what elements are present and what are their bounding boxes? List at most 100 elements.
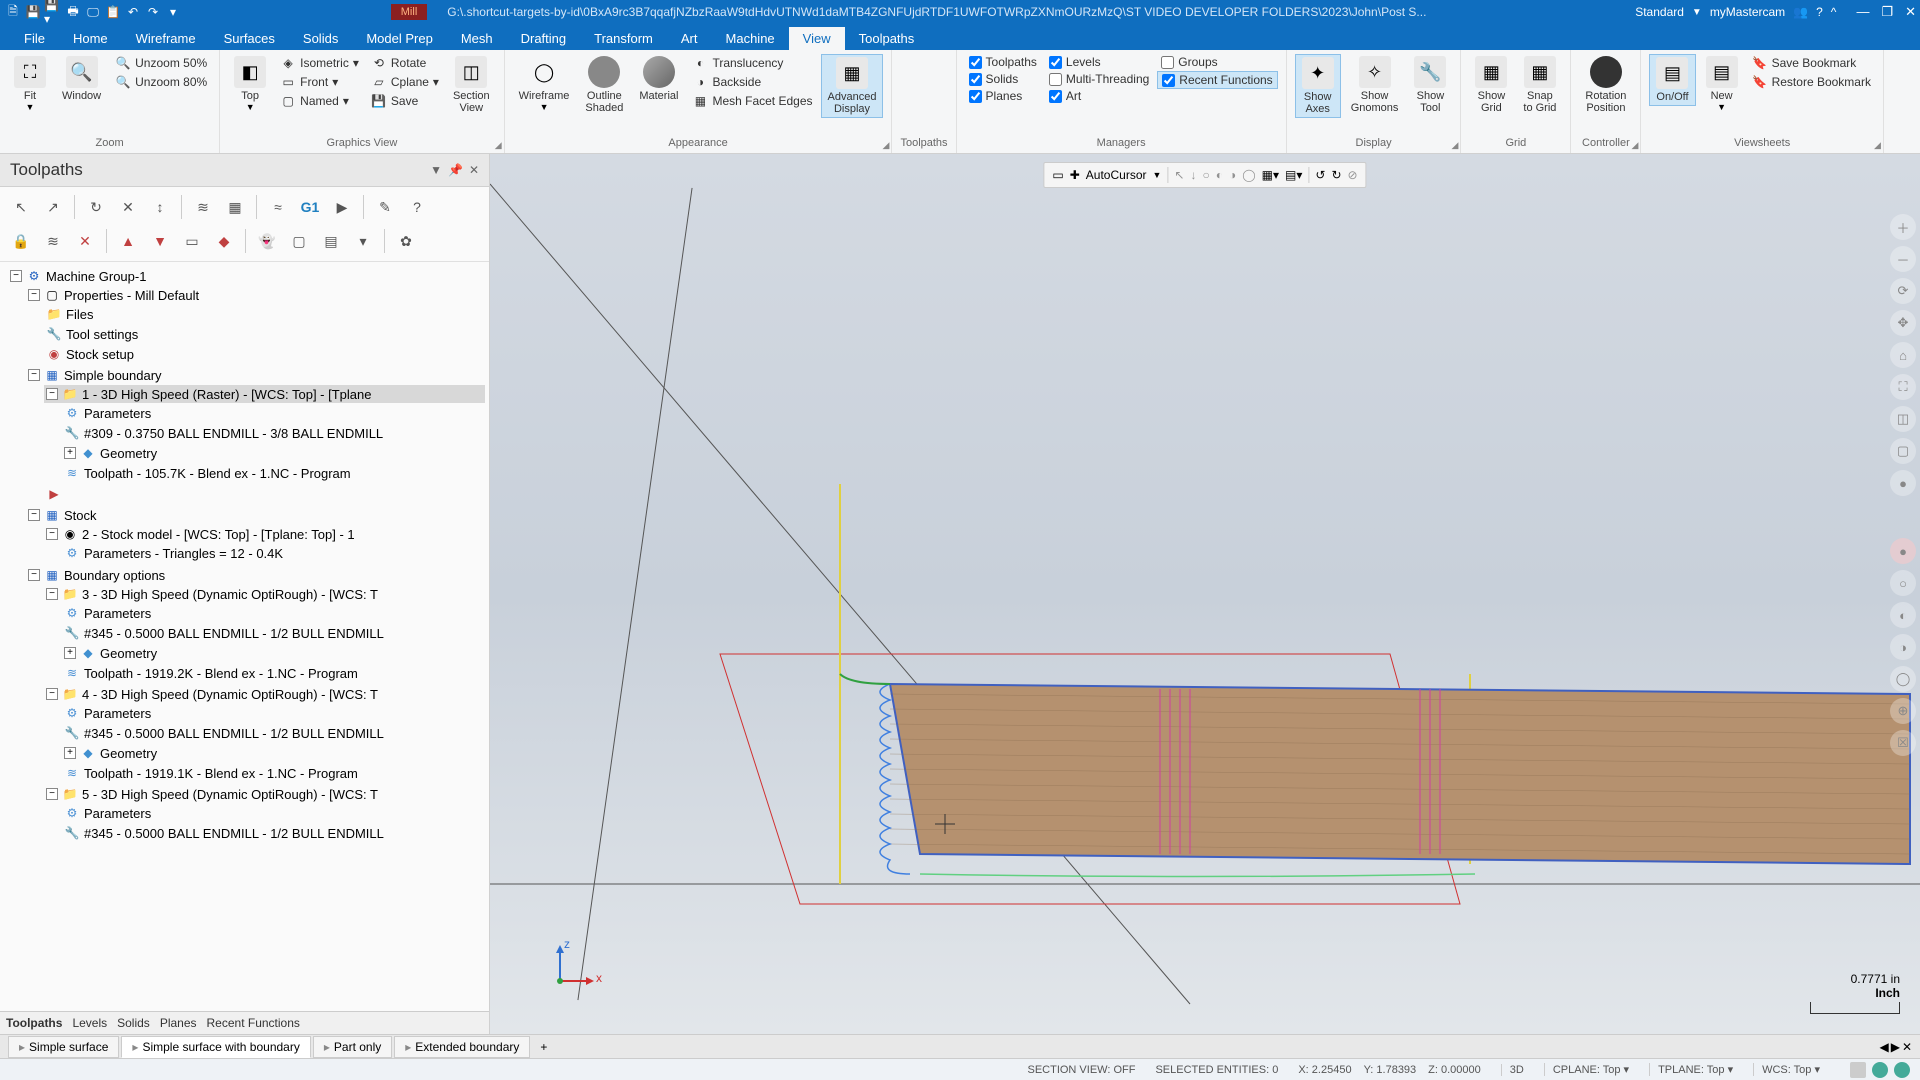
toggle-icon[interactable]: −: [46, 788, 58, 800]
restore-bookmark-button[interactable]: 🔖Restore Bookmark: [1748, 73, 1875, 91]
sel-icon-4[interactable]: ◐: [1216, 168, 1223, 182]
toggle-icon[interactable]: −: [46, 388, 58, 400]
display-icon[interactable]: ▢: [284, 227, 314, 255]
status-icon-2[interactable]: [1872, 1062, 1888, 1078]
parameters-node[interactable]: Parameters: [84, 406, 151, 421]
outline-shaded-button[interactable]: Outline Shaded: [579, 54, 629, 116]
tool-d-icon[interactable]: ◑: [1890, 634, 1916, 660]
operation-3[interactable]: 3 - 3D High Speed (Dynamic OptiRough) - …: [82, 587, 378, 602]
toggle-display-icon[interactable]: ≋: [38, 227, 68, 255]
status-icon-1[interactable]: [1850, 1062, 1866, 1078]
tool-f-icon[interactable]: ⊕: [1890, 698, 1916, 724]
toggle-icon[interactable]: −: [28, 509, 40, 521]
backplot-icon[interactable]: ≋: [188, 193, 218, 221]
nav-up-icon[interactable]: ▲: [113, 227, 143, 255]
section-view-button[interactable]: ◫Section View: [447, 54, 496, 116]
controller-launcher-icon[interactable]: ◢: [1631, 140, 1638, 151]
toggle-icon[interactable]: −: [28, 289, 40, 301]
tab-solids[interactable]: Solids: [289, 27, 352, 50]
viewsheet-tab-simple-surface[interactable]: ▸Simple surface: [8, 1036, 119, 1058]
panel-tab-levels[interactable]: Levels: [72, 1016, 107, 1030]
zoom-in-icon[interactable]: ＋: [1890, 214, 1916, 240]
regen-dirty-icon[interactable]: ✕: [113, 193, 143, 221]
edit-icon[interactable]: ✎: [370, 193, 400, 221]
autocursor-icon[interactable]: ✚: [1070, 168, 1080, 182]
pan-tool-icon[interactable]: ✥: [1890, 310, 1916, 336]
tab-drafting[interactable]: Drafting: [507, 27, 581, 50]
workspace-dropdown[interactable]: Standard: [1635, 5, 1684, 19]
tab-file[interactable]: File: [10, 27, 59, 50]
panel-close-icon[interactable]: ✕: [469, 163, 479, 177]
section-icon[interactable]: ◫: [1890, 406, 1916, 432]
viewsheet-tab-part-only[interactable]: ▸Part only: [313, 1036, 392, 1058]
rotate-tool-icon[interactable]: ⟳: [1890, 278, 1916, 304]
panel-dropdown-icon[interactable]: ▼: [430, 163, 442, 177]
wcs-status[interactable]: WCS: Top ▾: [1753, 1063, 1820, 1076]
tool-a-icon[interactable]: ●: [1890, 538, 1916, 564]
mesh-facet-button[interactable]: ▦Mesh Facet Edges: [688, 92, 816, 110]
tab-mesh[interactable]: Mesh: [447, 27, 507, 50]
display-launcher-icon[interactable]: ◢: [1451, 140, 1458, 151]
delete-icon[interactable]: ✕: [70, 227, 100, 255]
tool-345-node[interactable]: #345 - 0.5000 BALL ENDMILL - 1/2 BULL EN…: [84, 626, 384, 641]
toggle-icon[interactable]: −: [28, 569, 40, 581]
front-view-button[interactable]: ▭Front ▾: [276, 73, 363, 91]
sel-icon-8[interactable]: ▤▾: [1285, 168, 1302, 182]
viewsheet-tab-simple-boundary[interactable]: ▸Simple surface with boundary: [121, 1036, 310, 1058]
viewsheet-close-icon[interactable]: ✕: [1902, 1040, 1912, 1054]
save-icon[interactable]: 💾: [24, 3, 42, 21]
toggle-icon[interactable]: −: [28, 369, 40, 381]
files-node[interactable]: Files: [66, 307, 93, 322]
status-icon-3[interactable]: [1894, 1062, 1910, 1078]
operation-2[interactable]: 2 - Stock model - [WCS: Top] - [Tplane: …: [82, 527, 355, 542]
translucency-button[interactable]: ◐Translucency: [688, 54, 816, 72]
tab-transform[interactable]: Transform: [580, 27, 667, 50]
home-view-icon[interactable]: ⌂: [1890, 342, 1916, 368]
isometric-button[interactable]: ◈Isometric ▾: [276, 54, 363, 72]
show-tool-button[interactable]: 🔧Show Tool: [1408, 54, 1452, 116]
viewsheet-tab-extended[interactable]: ▸Extended boundary: [394, 1036, 530, 1058]
tool-settings-node[interactable]: Tool settings: [66, 327, 138, 342]
tab-home[interactable]: Home: [59, 27, 122, 50]
sel-icon-10[interactable]: ↻: [1331, 168, 1341, 182]
expand-icon[interactable]: ▾: [348, 227, 378, 255]
verify-icon[interactable]: ▦: [220, 193, 250, 221]
backside-button[interactable]: ◑Backside: [688, 73, 816, 91]
mode-3d-toggle[interactable]: 3D: [1501, 1064, 1524, 1076]
tab-toolpaths[interactable]: Toolpaths: [845, 27, 929, 50]
viewsheets-launcher-icon[interactable]: ◢: [1874, 140, 1881, 151]
toggle-icon[interactable]: −: [10, 270, 22, 282]
operation-1[interactable]: 1 - 3D High Speed (Raster) - [WCS: Top] …: [82, 387, 371, 402]
toolpath-3-node[interactable]: Toolpath - 1919.2K - Blend ex - 1.NC - P…: [84, 666, 358, 681]
appearance-launcher-icon[interactable]: ◢: [883, 140, 890, 151]
tool-g-icon[interactable]: ☒: [1890, 730, 1916, 756]
restore-button[interactable]: ❐: [1881, 4, 1893, 20]
sel-icon-6[interactable]: ◯: [1242, 168, 1255, 182]
fit-view-icon[interactable]: ⛶: [1890, 374, 1916, 400]
snap-grid-button[interactable]: ▦Snap to Grid: [1517, 54, 1562, 116]
window-button[interactable]: 🔍Window: [56, 54, 107, 104]
viewsheets-new-button[interactable]: ▤New▼: [1700, 54, 1744, 114]
params-triangles-node[interactable]: Parameters - Triangles = 12 - 0.4K: [84, 546, 283, 561]
material-button[interactable]: Material: [633, 54, 684, 104]
close-button[interactable]: ✕: [1905, 4, 1916, 20]
properties-node[interactable]: Properties - Mill Default: [64, 288, 199, 303]
tab-view[interactable]: View: [789, 27, 845, 50]
solids-manager-toggle[interactable]: Solids: [965, 71, 1041, 87]
redo-icon[interactable]: ↷: [144, 3, 162, 21]
print-icon[interactable]: 🖶: [64, 3, 82, 21]
save-view-button[interactable]: 💾Save: [367, 92, 443, 110]
wireframe-button[interactable]: ◯Wireframe▼: [513, 54, 576, 114]
recent-functions-toggle[interactable]: Recent Functions: [1157, 71, 1277, 89]
minimize-button[interactable]: —: [1856, 4, 1869, 20]
regen-selected-icon[interactable]: ↻: [81, 193, 111, 221]
select-all-icon[interactable]: ↖: [6, 193, 36, 221]
save-as-icon[interactable]: 💾▾: [44, 3, 62, 21]
post-icon[interactable]: ▶: [327, 193, 357, 221]
tab-model-prep[interactable]: Model Prep: [352, 27, 446, 50]
nav-down-icon[interactable]: ▼: [145, 227, 175, 255]
toolpaths-manager-toggle[interactable]: Toolpaths: [965, 54, 1041, 70]
unzoom-50-button[interactable]: 🔍Unzoom 50%: [111, 54, 211, 72]
section-view-status[interactable]: SECTION VIEW: OFF: [1027, 1064, 1135, 1076]
tab-machine[interactable]: Machine: [712, 27, 789, 50]
